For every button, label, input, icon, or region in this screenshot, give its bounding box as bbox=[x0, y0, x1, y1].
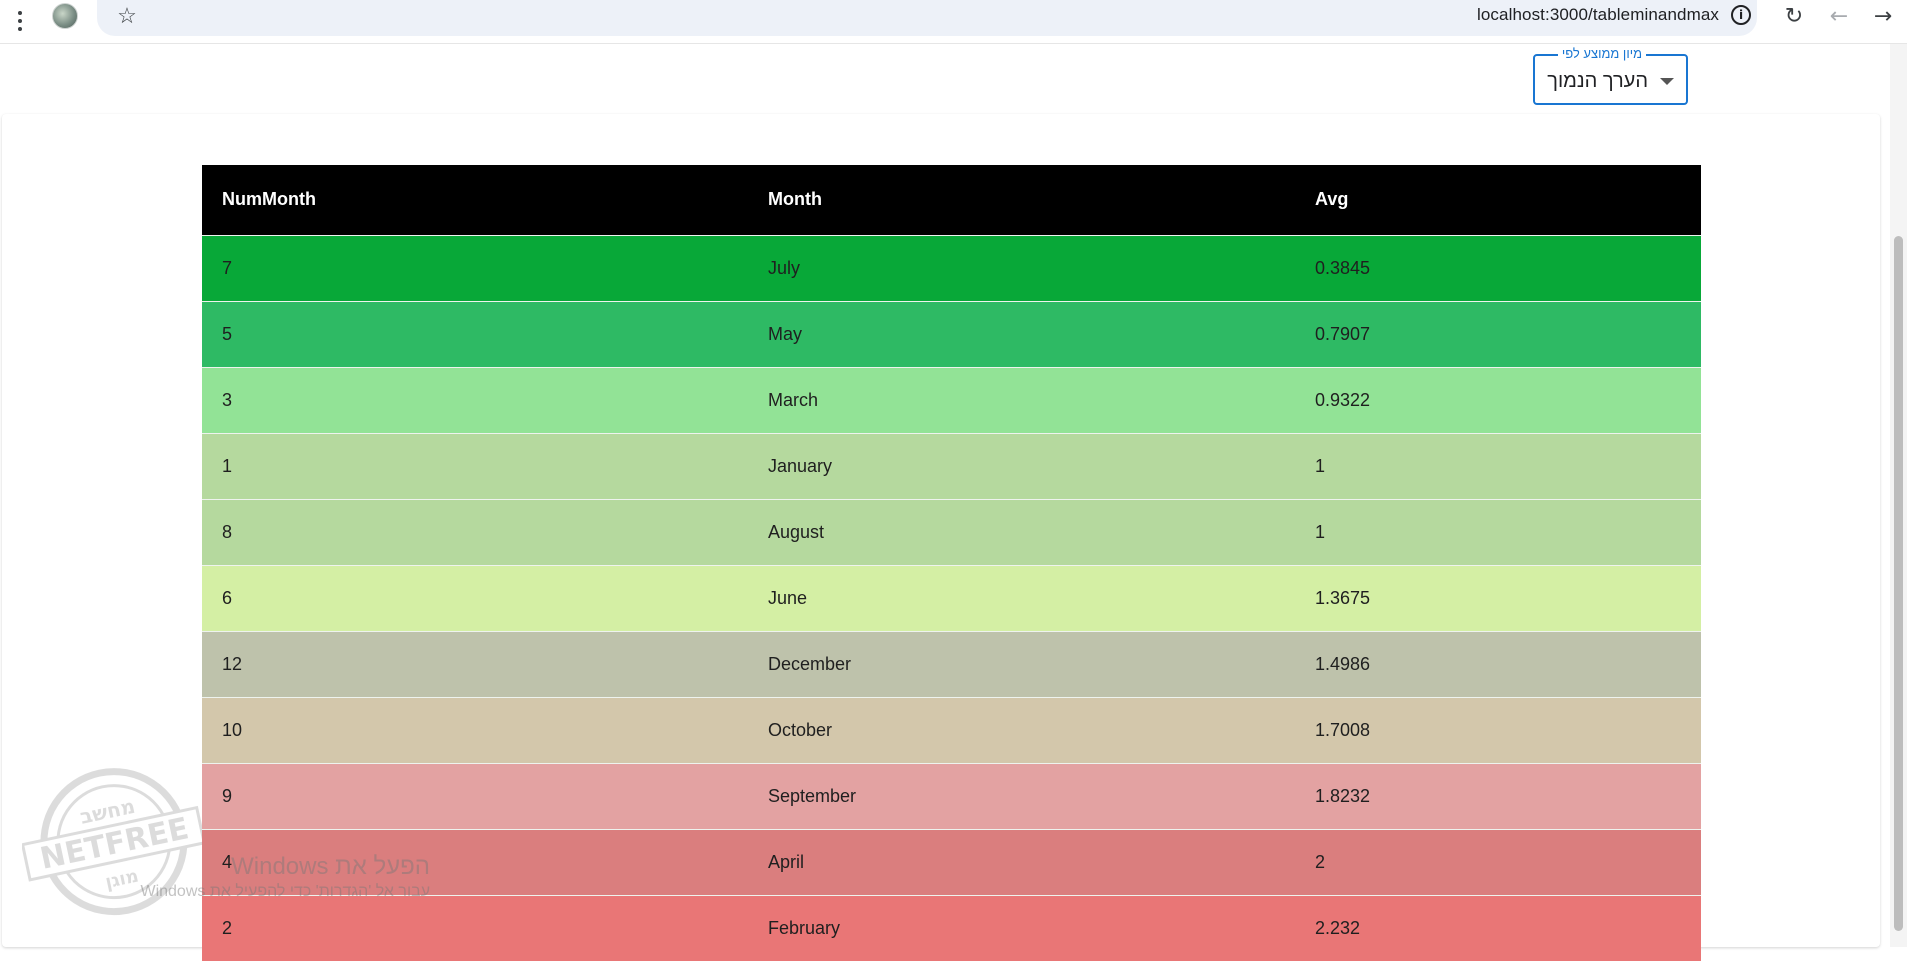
forward-arrow-icon[interactable]: → bbox=[1868, 1, 1898, 31]
table-row[interactable]: 1 January 1 bbox=[202, 433, 1701, 499]
table-row[interactable]: 5 May 0.7907 bbox=[202, 301, 1701, 367]
cell-month: April bbox=[768, 851, 805, 872]
cell-avg: 1.8232 bbox=[1315, 785, 1371, 806]
cell-nummonth: 12 bbox=[222, 653, 243, 674]
sort-select-label: מיון ממוצע לפי bbox=[1557, 46, 1646, 62]
url-text[interactable]: localhost:3000/tableminandmax bbox=[1477, 5, 1719, 25]
info-icon[interactable]: i bbox=[1731, 5, 1751, 25]
cell-month: July bbox=[768, 257, 801, 278]
scrollbar-thumb[interactable] bbox=[1894, 236, 1903, 931]
cell-nummonth: 1 bbox=[222, 455, 233, 476]
cell-month: May bbox=[768, 323, 803, 344]
table-body: 7 July 0.3845 5 May 0.7907 3 March 0.9322 1 Januar… bbox=[202, 235, 1701, 961]
table-row[interactable]: 12 December 1.4986 bbox=[202, 631, 1701, 697]
cell-avg: 0.3845 bbox=[1315, 257, 1371, 278]
browser-toolbar: ☆ localhost:3000/tableminandmax i ↻ ← → bbox=[0, 0, 1907, 44]
table-row[interactable]: 10 October 1.7008 bbox=[202, 697, 1701, 763]
cell-month: February bbox=[768, 917, 841, 938]
cell-nummonth: 9 bbox=[222, 785, 233, 806]
cell-month: January bbox=[768, 455, 833, 476]
table-row[interactable]: 2 February 2.232 bbox=[202, 895, 1701, 961]
cell-avg: 1 bbox=[1315, 455, 1326, 476]
cell-avg: 2 bbox=[1315, 851, 1326, 872]
cell-month: March bbox=[768, 389, 819, 410]
cell-avg: 1.4986 bbox=[1315, 653, 1371, 674]
column-header-avg[interactable]: Avg bbox=[1295, 165, 1701, 235]
cell-month: June bbox=[768, 587, 808, 608]
cell-avg: 1 bbox=[1315, 521, 1326, 542]
cell-avg: 1.3675 bbox=[1315, 587, 1371, 608]
sort-select-value[interactable]: הערך הנמוך bbox=[1547, 70, 1648, 92]
cell-nummonth: 2 bbox=[222, 917, 233, 938]
cell-nummonth: 7 bbox=[222, 257, 233, 278]
cell-avg: 1.7008 bbox=[1315, 719, 1371, 740]
more-vert-icon[interactable] bbox=[10, 6, 30, 36]
cell-month: September bbox=[768, 785, 857, 806]
table-row[interactable]: 6 June 1.3675 bbox=[202, 565, 1701, 631]
table-header-row: NumMonth Month Avg bbox=[202, 165, 1701, 235]
column-header-month[interactable]: Month bbox=[748, 165, 1295, 235]
months-avg-table: NumMonth Month Avg 7 July 0.3845 5 May 0.7907… bbox=[202, 165, 1701, 961]
cell-month: October bbox=[768, 719, 833, 740]
cell-nummonth: 4 bbox=[222, 851, 233, 872]
site-avatar-icon[interactable] bbox=[52, 3, 78, 29]
cell-avg: 2.232 bbox=[1315, 917, 1361, 938]
cell-month: August bbox=[768, 521, 825, 542]
page-scrollbar[interactable] bbox=[1890, 44, 1907, 947]
back-arrow-icon[interactable]: ← bbox=[1824, 1, 1854, 31]
cell-nummonth: 5 bbox=[222, 323, 233, 344]
cell-month: December bbox=[768, 653, 852, 674]
cell-nummonth: 8 bbox=[222, 521, 233, 542]
table-row[interactable]: 7 July 0.3845 bbox=[202, 235, 1701, 301]
cell-nummonth: 3 bbox=[222, 389, 233, 410]
chevron-down-icon[interactable] bbox=[1660, 78, 1674, 85]
cell-nummonth: 6 bbox=[222, 587, 233, 608]
table-row[interactable]: 4 April 2 bbox=[202, 829, 1701, 895]
reload-icon[interactable]: ↻ bbox=[1779, 1, 1809, 31]
sort-select[interactable]: מיון ממוצע לפי הערך הנמוך bbox=[1533, 46, 1688, 105]
cell-avg: 0.7907 bbox=[1315, 323, 1371, 344]
table-row[interactable]: 3 March 0.9322 bbox=[202, 367, 1701, 433]
table-row[interactable]: 8 August 1 bbox=[202, 499, 1701, 565]
table-row[interactable]: 9 September 1.8232 bbox=[202, 763, 1701, 829]
cell-avg: 0.9322 bbox=[1315, 389, 1371, 410]
star-icon[interactable]: ☆ bbox=[112, 2, 142, 30]
column-header-nummonth[interactable]: NumMonth bbox=[202, 165, 748, 235]
cell-nummonth: 10 bbox=[222, 719, 243, 740]
